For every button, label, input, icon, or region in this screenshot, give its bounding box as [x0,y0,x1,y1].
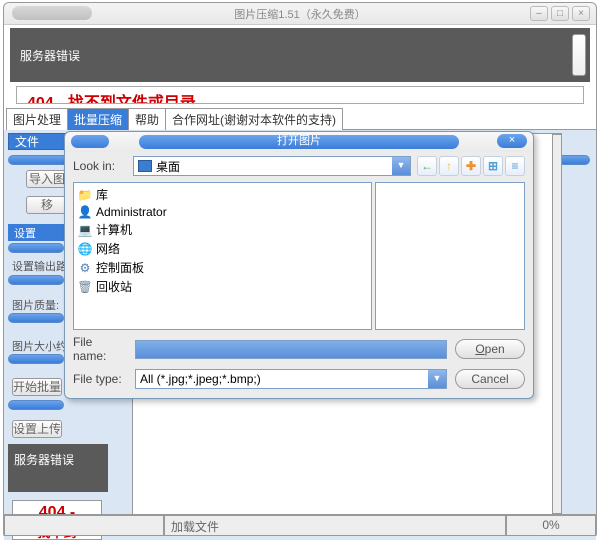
file-item[interactable]: 👤 Administrator [76,204,369,220]
import-button[interactable]: 导入图 [26,170,68,188]
open-button[interactable]: Open [455,339,525,359]
minimize-button[interactable]: – [530,6,548,21]
decor-bar-3 [8,400,64,410]
view-icon[interactable]: ⊞ [483,156,503,176]
tab-bar: 图片处理批量压缩帮助合作网址(谢谢对本软件的支持) [6,107,596,130]
titlebar-handle [12,6,92,20]
lookin-value: 桌面 [156,158,180,175]
thumbnail-error: 服务器错误 [8,444,108,492]
size-bar[interactable] [8,354,64,364]
status-bar: 加载文件 0% [4,514,596,536]
file-label: 库 [96,186,108,203]
back-icon[interactable]: ← [417,156,437,176]
label-size: 图片大小约 [12,338,67,354]
file-icon: 💻 [78,223,92,237]
output-bar[interactable] [8,275,64,285]
dialog-close-button[interactable]: × [497,134,527,148]
clear-button[interactable]: 移 [26,196,68,214]
file-icon: ⚙ [78,261,92,275]
dialog-title: 打开图片 [139,135,459,149]
filetype-label: File type: [73,372,127,386]
file-label: 网络 [96,240,120,257]
tab-批量压缩[interactable]: 批量压缩 [67,108,129,130]
file-item[interactable]: 🌐 网络 [76,239,369,258]
tab-帮助[interactable]: 帮助 [128,108,166,130]
error-box: 404 - 找不到文件或目录 [16,86,584,104]
label-quality: 图片质量: [12,297,59,313]
preview-box [375,182,525,330]
file-item[interactable]: 🗑 回收站 [76,277,369,296]
file-item[interactable]: 💻 计算机 [76,220,369,239]
tab-图片处理[interactable]: 图片处理 [6,108,68,130]
file-label: 回收站 [96,278,132,295]
file-icon: 👤 [78,205,92,219]
status-percent: 0% [506,515,596,536]
filename-input[interactable] [135,340,447,359]
maximize-button[interactable]: □ [551,6,569,21]
file-item[interactable]: 📁库 [76,185,369,204]
label-output: 设置输出路 [12,258,67,274]
file-item[interactable]: ⚙ 控制面板 [76,258,369,277]
upload-settings-button[interactable]: 设置上传 [12,420,62,438]
up-icon[interactable]: ↑ [439,156,459,176]
file-label: 控制面板 [96,259,144,276]
status-load: 加载文件 [164,515,506,536]
start-batch-button[interactable]: 开始批量 [12,378,62,396]
new-folder-icon[interactable]: ✚ [461,156,481,176]
dialog-handle [71,135,109,148]
cancel-button[interactable]: Cancel [455,369,525,389]
lookin-combo[interactable]: 桌面 ▼ [133,156,411,176]
error-banner: 服务器错误 [10,28,590,82]
dropdown-icon[interactable]: ▼ [392,157,410,175]
filename-label: File name: [73,335,127,363]
tab-合作网址(谢谢对本软件的支持)[interactable]: 合作网址(谢谢对本软件的支持) [165,108,343,130]
status-left [4,515,164,536]
filetype-value: All (*.jpg;*.jpeg;*.bmp;) [140,372,261,386]
dropdown-icon[interactable]: ▼ [428,370,446,388]
filetype-combo[interactable]: All (*.jpg;*.jpeg;*.bmp;) ▼ [135,369,447,389]
file-icon: 🌐 [78,242,92,256]
lookin-label: Look in: [73,159,127,173]
window-title: 图片压缩1.51（永久免费） [234,6,365,22]
settings-header: 设置 [8,224,64,241]
decor-bar-2 [8,243,64,253]
close-button[interactable]: × [572,6,590,21]
open-file-dialog: 打开图片 × Look in: 桌面 ▼ ←↑✚⊞≡ 📁库👤Administra… [64,131,534,399]
file-icon: 📁 [78,188,92,202]
quality-bar[interactable] [8,313,64,323]
file-menu-label: 文件 [15,133,39,150]
file-icon: 🗑 [78,280,92,294]
banner-title: 服务器错误 [20,47,80,64]
main-titlebar[interactable]: 图片压缩1.51（永久免费） – □ × [4,3,596,25]
nav-icons: ←↑✚⊞≡ [417,156,525,176]
file-label: Administrator [96,205,167,219]
file-label: 计算机 [96,221,132,238]
desktop-icon [138,160,152,172]
thumb-title: 服务器错误 [14,453,74,467]
list-icon[interactable]: ≡ [505,156,525,176]
file-list[interactable]: 📁库👤Administrator💻计算机🌐网络⚙控制面板🗑回收站 [73,182,372,330]
banner-scrollbar[interactable] [572,34,586,76]
preview-scrollbar[interactable] [552,134,562,514]
dialog-titlebar[interactable]: 打开图片 × [65,132,533,152]
error-text: 404 - 找不到文件或目录 [27,95,196,104]
